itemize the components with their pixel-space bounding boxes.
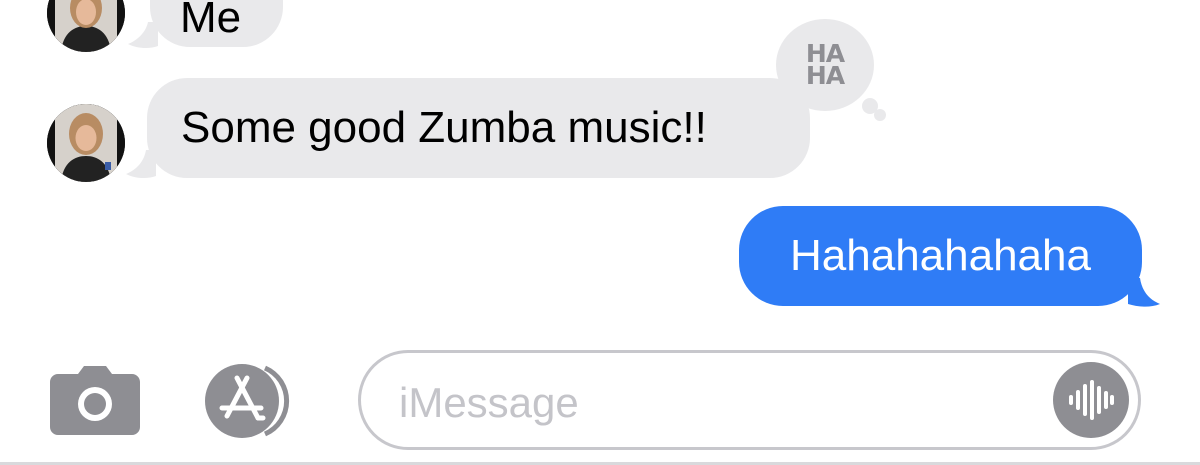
bubble-tail xyxy=(126,150,156,179)
avatar[interactable] xyxy=(47,0,125,52)
message-bubble-received[interactable]: Some good Zumba music!! xyxy=(147,78,810,178)
tapback-tail-dot-small xyxy=(874,109,886,121)
contact-photo-icon xyxy=(47,104,125,182)
tapback-text-line2: HA xyxy=(805,61,845,90)
message-bubble-received-partial[interactable]: Me xyxy=(150,0,283,47)
message-input[interactable]: iMessage xyxy=(358,350,1141,450)
audio-waveform-icon xyxy=(1069,380,1114,420)
app-store-icon xyxy=(205,364,290,438)
bubble-tail xyxy=(1128,278,1160,307)
message-bubble-sent[interactable]: Hahahahahaha xyxy=(739,206,1142,306)
input-placeholder: iMessage xyxy=(399,379,579,426)
contact-photo-icon xyxy=(47,0,125,52)
app-store-button[interactable] xyxy=(203,362,306,440)
message-text: Hahahahahaha xyxy=(790,231,1091,280)
audio-message-button[interactable] xyxy=(1053,362,1129,438)
avatar[interactable] xyxy=(47,104,125,182)
bubble-tail xyxy=(128,22,158,49)
camera-icon xyxy=(50,366,140,435)
message-text: Me xyxy=(180,0,242,42)
camera-button[interactable] xyxy=(50,366,140,435)
message-text: Some good Zumba music!! xyxy=(181,103,707,152)
